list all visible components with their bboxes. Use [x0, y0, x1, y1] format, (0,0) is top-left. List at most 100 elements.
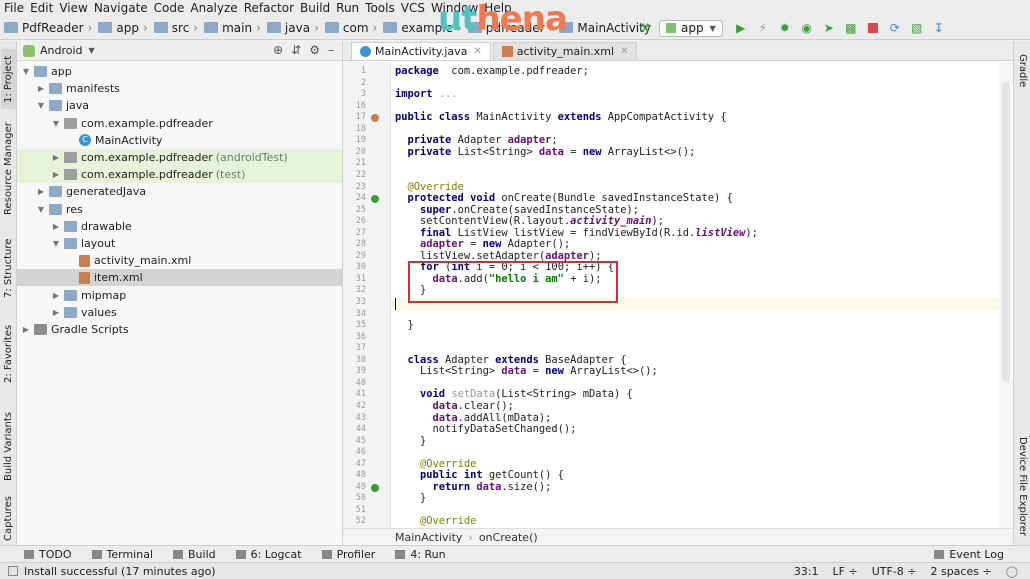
- tree-item[interactable]: ▼ layout: [17, 235, 342, 252]
- tool-window-tab[interactable]: 2: Favorites: [1, 319, 16, 389]
- run-icon[interactable]: ▶: [733, 20, 749, 36]
- chevron-down-icon[interactable]: ▼: [36, 205, 46, 214]
- editor-tab[interactable]: MainActivity.java ✕: [351, 42, 491, 60]
- menu-item-view[interactable]: View: [59, 1, 87, 15]
- tool-window-tab[interactable]: 7: Structure: [1, 233, 16, 303]
- indent-setting[interactable]: 2 spaces ÷: [930, 565, 991, 578]
- tree-item[interactable]: ▶ mipmap: [17, 286, 342, 303]
- menu-item-code[interactable]: Code: [154, 1, 185, 15]
- bottom-tool-todo[interactable]: TODO: [24, 548, 72, 561]
- nav-crumb[interactable]: java ›: [266, 21, 323, 35]
- status-toggle-icon[interactable]: [8, 566, 18, 576]
- menu-item-analyze[interactable]: Analyze: [190, 1, 237, 15]
- tree-item[interactable]: ▼ com.example.pdfreader: [17, 115, 342, 132]
- tree-item[interactable]: item.xml: [17, 269, 342, 287]
- chevron-right-icon[interactable]: ▶: [51, 308, 61, 317]
- chevron-down-icon[interactable]: ▼: [51, 239, 61, 248]
- tree-item[interactable]: ▶ generatedJava: [17, 183, 342, 200]
- event-log-button[interactable]: Event Log: [934, 546, 1004, 563]
- scrollbar-thumb[interactable]: [1002, 82, 1010, 382]
- hammer-icon[interactable]: ⚒: [637, 20, 653, 36]
- menu-item-navigate[interactable]: Navigate: [94, 1, 148, 15]
- device-manager-icon[interactable]: ▧: [909, 20, 925, 36]
- file-encoding[interactable]: UTF-8 ÷: [872, 565, 917, 578]
- nav-crumb[interactable]: main ›: [204, 21, 265, 35]
- chevron-right-icon[interactable]: ▶: [51, 291, 61, 300]
- menu-item-file[interactable]: File: [4, 1, 24, 15]
- code-line[interactable]: }: [395, 319, 414, 332]
- code-line[interactable]: @Override: [395, 516, 476, 528]
- chevron-down-icon[interactable]: ▼: [51, 119, 61, 128]
- coverage-icon[interactable]: ▩: [843, 20, 859, 36]
- tree-item[interactable]: ▶ manifests: [17, 80, 342, 97]
- bottom-tool-6-logcat[interactable]: 6: Logcat: [235, 548, 302, 561]
- menu-item-tools[interactable]: Tools: [365, 1, 395, 15]
- bottom-tool-terminal[interactable]: Terminal: [91, 548, 153, 561]
- hide-panel-icon[interactable]: –: [328, 43, 334, 57]
- chevron-right-icon[interactable]: ▶: [51, 153, 61, 162]
- tree-item[interactable]: ▼ app: [17, 63, 342, 80]
- nav-crumb[interactable]: app ›: [98, 21, 151, 35]
- tree-item[interactable]: ▶ com.example.pdfreader (test): [17, 166, 342, 184]
- tree-item[interactable]: ▶ values: [17, 304, 342, 321]
- editor-tab[interactable]: activity_main.xml ✕: [492, 42, 638, 60]
- nav-crumb[interactable]: PdfReader ›: [4, 21, 96, 35]
- chevron-down-icon[interactable]: ▼: [21, 67, 31, 76]
- cursor-position[interactable]: 33:1: [794, 565, 819, 578]
- lock-icon[interactable]: ◯: [1006, 565, 1018, 578]
- tree-item[interactable]: ▶ drawable: [17, 218, 342, 235]
- code-line[interactable]: List<String> data = new ArrayList<>();: [395, 365, 658, 378]
- close-icon[interactable]: ✕: [473, 46, 481, 57]
- tool-window-tab[interactable]: Gradle: [1015, 51, 1030, 91]
- bottom-tool-4-run[interactable]: 4: Run: [395, 548, 446, 561]
- menu-item-run[interactable]: Run: [336, 1, 359, 15]
- chevron-right-icon[interactable]: ▶: [36, 84, 46, 93]
- override-marker-icon[interactable]: [371, 195, 379, 204]
- tree-item[interactable]: activity_main.xml: [17, 252, 342, 269]
- code-line[interactable]: private List<String> data = new ArrayLis…: [395, 146, 696, 159]
- tree-item[interactable]: ▶ Gradle Scripts: [17, 321, 342, 338]
- project-view-select[interactable]: Android: [40, 44, 83, 57]
- locate-icon[interactable]: ⊕: [273, 43, 283, 57]
- bottom-tool-profiler[interactable]: Profiler: [321, 548, 375, 561]
- chevron-down-icon[interactable]: ▼: [89, 46, 95, 55]
- code-line[interactable]: package com.example.pdfreader;: [395, 65, 589, 78]
- tree-item[interactable]: ▼ res: [17, 201, 342, 218]
- sync-icon[interactable]: ⟳: [887, 20, 903, 36]
- tree-item[interactable]: C MainActivity: [17, 132, 342, 149]
- tool-window-tab[interactable]: Resource Manager: [1, 119, 16, 219]
- run-config-select[interactable]: app ▼: [659, 19, 723, 37]
- editor-scrollbar[interactable]: [999, 62, 1013, 535]
- code-line[interactable]: public class MainActivity extends AppCom…: [395, 111, 727, 124]
- chevron-right-icon[interactable]: ▶: [51, 170, 61, 179]
- menu-item-edit[interactable]: Edit: [30, 1, 53, 15]
- collapse-all-icon[interactable]: ⇵: [291, 43, 301, 57]
- menu-item-build[interactable]: Build: [300, 1, 330, 15]
- stop-icon[interactable]: [865, 20, 881, 36]
- attach-debugger-icon[interactable]: ➤: [821, 20, 837, 36]
- menu-item-vcs[interactable]: VCS: [401, 1, 425, 15]
- breadcrumb-class[interactable]: MainActivity: [395, 531, 462, 544]
- nav-crumb[interactable]: com ›: [324, 21, 381, 35]
- debug-icon[interactable]: ✹: [777, 20, 793, 36]
- chevron-down-icon[interactable]: ▼: [36, 101, 46, 110]
- tree-item[interactable]: ▼ java: [17, 97, 342, 114]
- tool-window-tab[interactable]: Captures: [1, 497, 16, 542]
- code-line[interactable]: }: [395, 493, 426, 505]
- tool-window-tab[interactable]: 1: Project: [1, 49, 16, 109]
- menu-item-refactor[interactable]: Refactor: [244, 1, 294, 15]
- nav-crumb[interactable]: src ›: [153, 21, 202, 35]
- tool-window-tab[interactable]: Device File Explorer: [1015, 431, 1030, 541]
- gear-icon[interactable]: ⚙: [309, 43, 320, 57]
- chevron-right-icon[interactable]: ▶: [21, 325, 31, 334]
- override-marker-icon[interactable]: [371, 483, 379, 492]
- line-separator[interactable]: LF ÷: [833, 565, 858, 578]
- chevron-right-icon[interactable]: ▶: [51, 222, 61, 231]
- code-line[interactable]: import ...: [395, 88, 458, 101]
- close-icon[interactable]: ✕: [620, 46, 628, 57]
- code-line[interactable]: }: [395, 435, 426, 448]
- chevron-right-icon[interactable]: ▶: [36, 187, 46, 196]
- tool-window-tab[interactable]: Build Variants: [1, 407, 16, 487]
- apply-changes-icon[interactable]: ⚡: [755, 20, 771, 36]
- breadcrumb-method[interactable]: onCreate(): [479, 531, 538, 544]
